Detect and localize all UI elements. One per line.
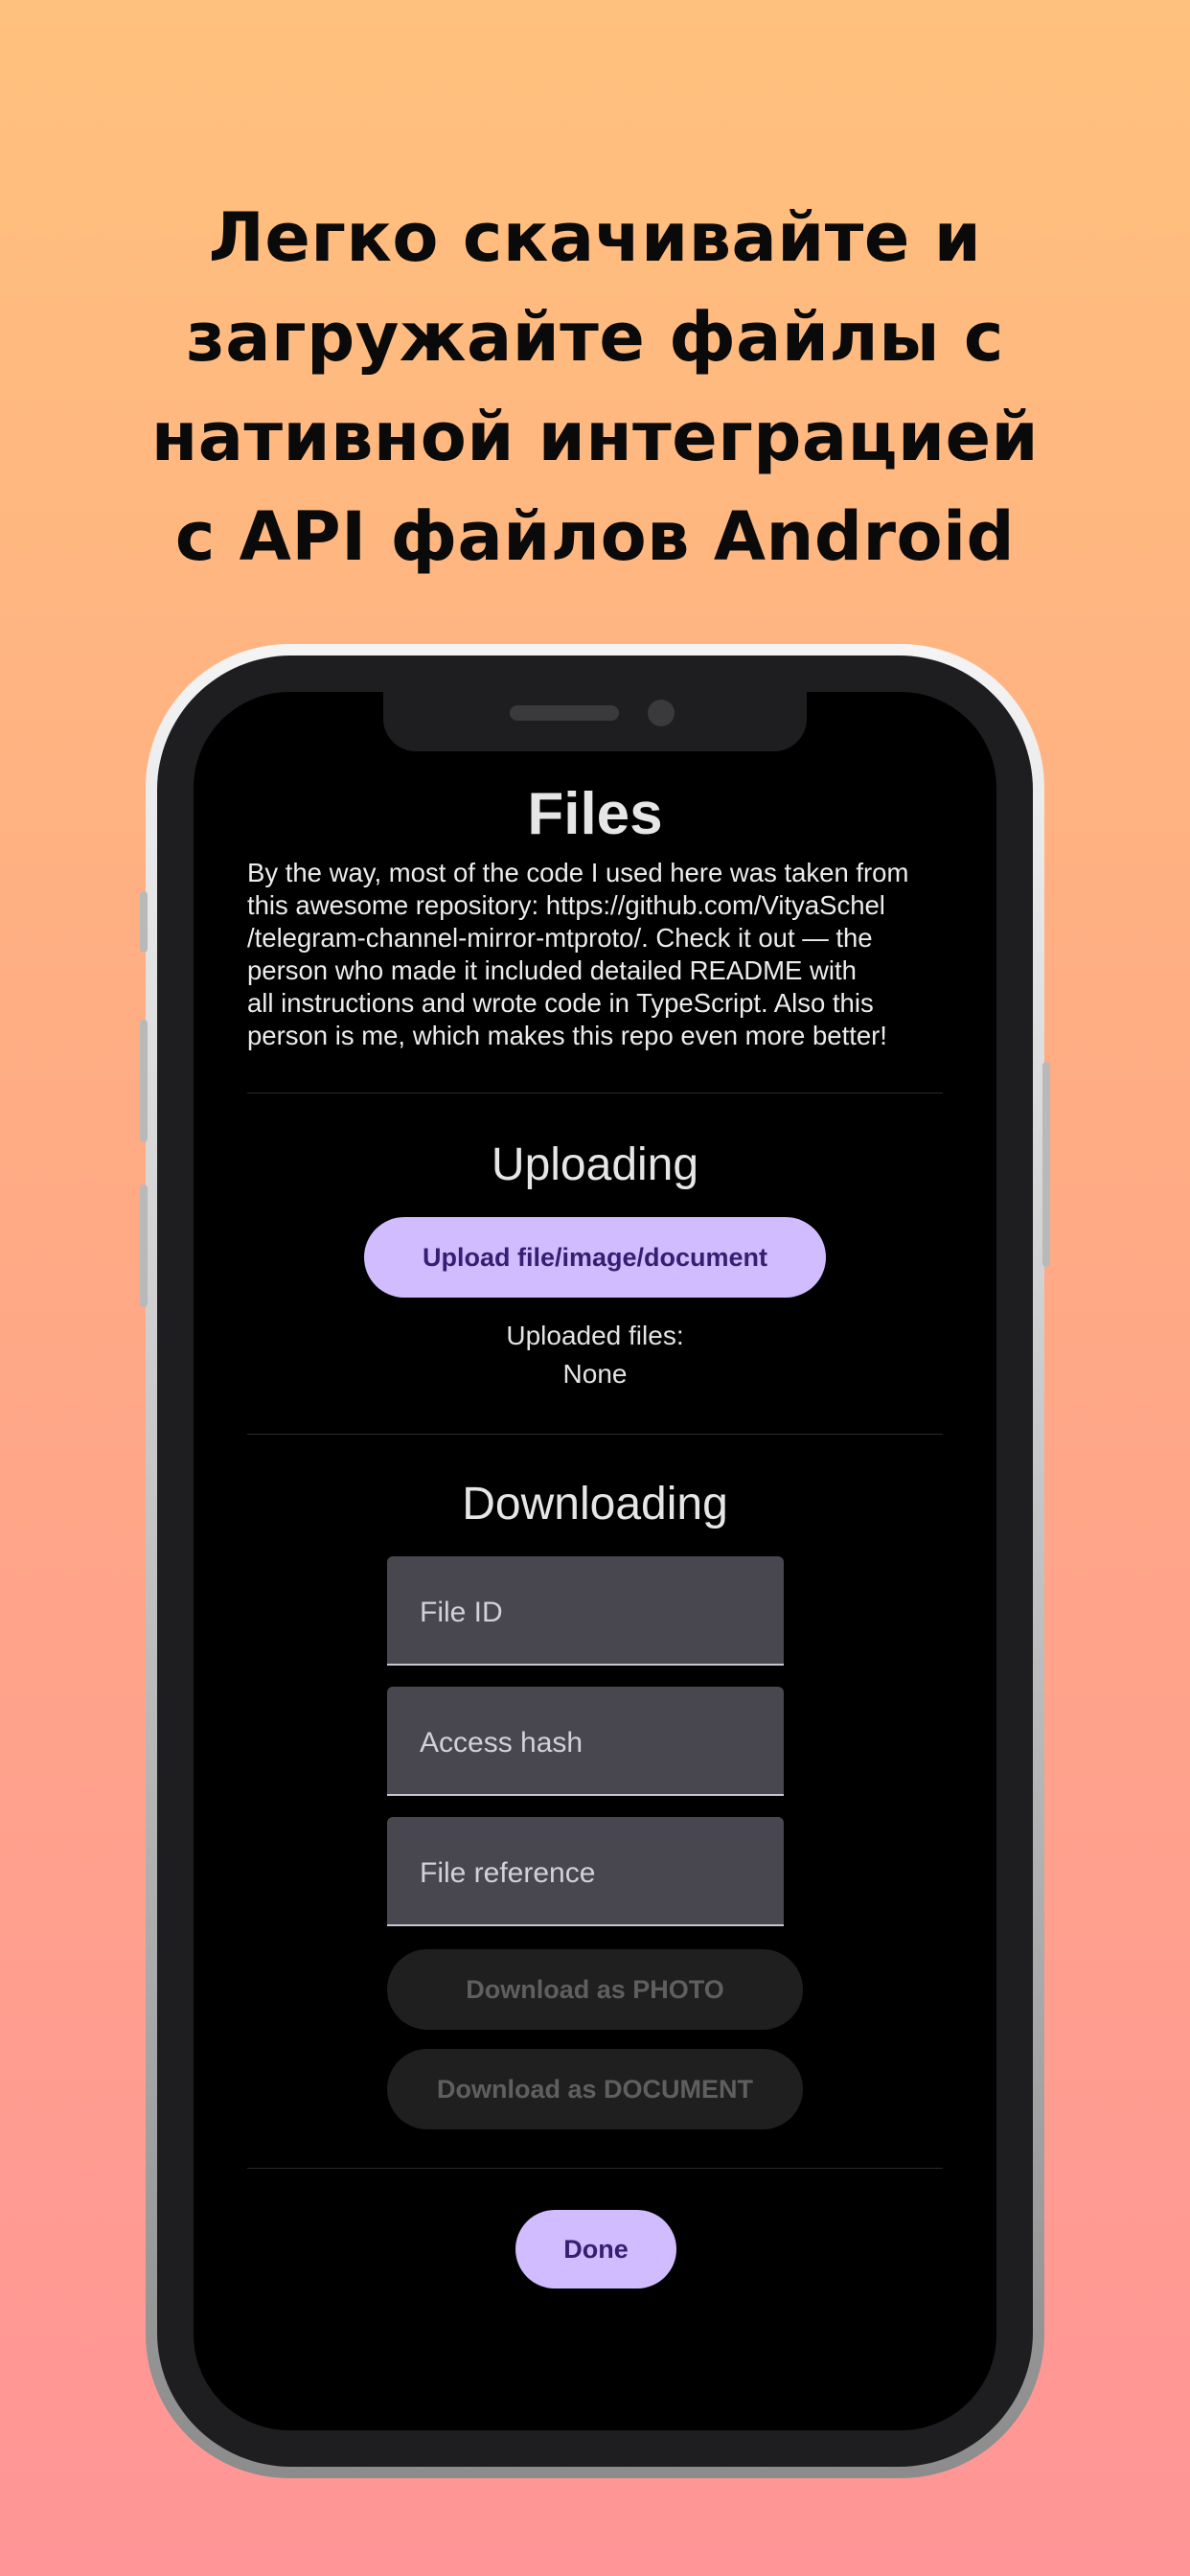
headline-line-2: загружайте файлы с: [186, 298, 1004, 377]
headline-line-3: нативной интеграцией: [150, 398, 1040, 476]
phone-notch: [383, 692, 807, 751]
page-title: Files: [527, 781, 663, 847]
uploaded-files-label: Uploaded files:: [506, 1321, 684, 1350]
file-reference-label: File reference: [420, 1857, 596, 1889]
promo-headline: Легко скачивайте и загружайте файлы с на…: [57, 188, 1133, 586]
headline-line-1: Легко скачивайте и: [208, 198, 982, 277]
front-camera: [648, 700, 675, 726]
access-hash-field[interactable]: Access hash: [387, 1687, 784, 1796]
speaker-grille: [510, 705, 619, 721]
done-button[interactable]: Done: [515, 2210, 676, 2288]
phone-volume-down-button: [140, 1184, 148, 1307]
divider: [247, 1092, 943, 1093]
divider: [247, 1434, 943, 1435]
file-reference-field[interactable]: File reference: [387, 1817, 784, 1926]
downloading-section-title: Downloading: [462, 1479, 728, 1530]
description-text: By the way, most of the code I used here…: [247, 858, 909, 1050]
download-document-button[interactable]: Download as DOCUMENT: [387, 2049, 803, 2129]
access-hash-label: Access hash: [420, 1727, 584, 1759]
uploading-section-title: Uploading: [491, 1139, 699, 1190]
phone-power-button: [1042, 1062, 1050, 1267]
file-id-field[interactable]: File ID: [387, 1556, 784, 1666]
phone-screen: Files By the way, most of the code I use…: [194, 692, 996, 2430]
upload-button[interactable]: Upload file/image/document: [364, 1217, 826, 1298]
phone-volume-up-button: [140, 1020, 148, 1142]
file-id-label: File ID: [420, 1597, 503, 1628]
headline-line-4: с API файлов Android: [174, 497, 1016, 576]
phone-mute-switch: [140, 891, 148, 953]
uploaded-files-value: None: [562, 1359, 628, 1389]
divider: [247, 2168, 943, 2169]
download-photo-button[interactable]: Download as PHOTO: [387, 1949, 803, 2030]
